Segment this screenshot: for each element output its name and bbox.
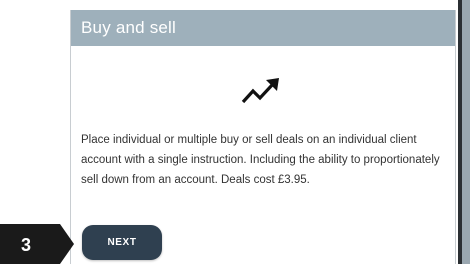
card-header: Buy and sell bbox=[71, 10, 455, 46]
card-description: Place individual or multiple buy or sell… bbox=[81, 134, 440, 186]
trending-up-icon bbox=[233, 74, 291, 110]
step-number-badge: 3 bbox=[0, 224, 74, 264]
card-title: Buy and sell bbox=[81, 18, 177, 37]
step-number: 3 bbox=[20, 235, 31, 255]
right-edge-divider bbox=[458, 0, 462, 264]
next-button[interactable]: NEXT bbox=[82, 225, 162, 260]
